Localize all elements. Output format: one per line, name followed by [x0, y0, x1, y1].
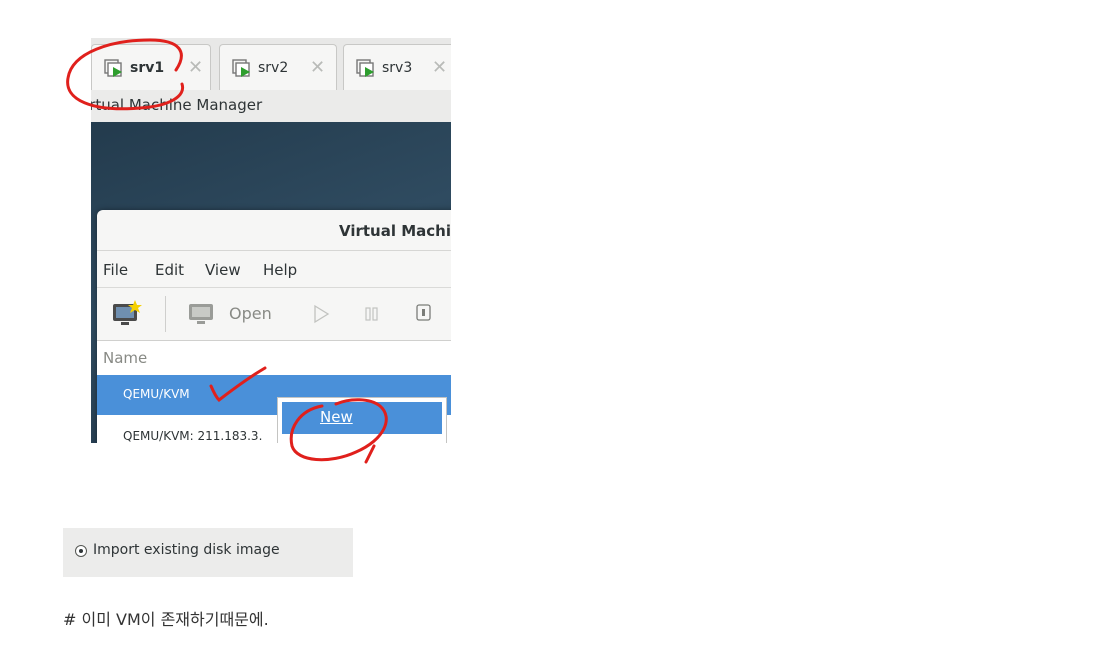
row-label: QEMU/KVM: 211.183.3. [123, 429, 263, 443]
import-disk-option[interactable]: Import existing disk image [63, 528, 353, 577]
name-column-header[interactable]: Name [103, 349, 147, 367]
radio-label: Import existing disk image [93, 542, 280, 558]
tab-label: srv1 [130, 60, 165, 76]
note-text: # 이미 VM이 존재하기때문에. [63, 610, 269, 629]
tab-label: srv2 [258, 60, 289, 76]
toolbar: Open [97, 288, 451, 341]
tab-srv1[interactable]: srv1 ✕ [91, 44, 211, 90]
tab-label: srv3 [382, 60, 413, 76]
close-icon[interactable]: ✕ [310, 57, 325, 78]
app-title-bar: irtual Machine Manager [91, 90, 451, 122]
toolbar-separator [165, 296, 166, 332]
tab-bar: srv1 ✕ srv2 ✕ srv3 ✕ [91, 38, 451, 91]
tab-srv2[interactable]: srv2 ✕ [219, 44, 337, 90]
menu-file[interactable]: File [103, 261, 128, 279]
open-button[interactable]: Open [229, 304, 272, 323]
vm-play-icon [232, 59, 250, 77]
power-icon[interactable] [415, 303, 433, 323]
window-titlebar: Virtual Machir [97, 210, 451, 251]
row-label: QEMU/KVM [123, 387, 190, 401]
tab-srv3[interactable]: srv3 ✕ [343, 44, 451, 90]
window-title: Virtual Machir [339, 222, 451, 240]
radio-selected-dot [79, 549, 83, 553]
new-label: New [320, 408, 353, 426]
new-vm-icon[interactable] [111, 300, 143, 328]
vm-manager-screenshot: srv1 ✕ srv2 ✕ srv3 ✕ irtual Machine Mana… [91, 38, 451, 443]
app-title: irtual Machine Manager [91, 96, 263, 114]
vm-play-icon [356, 59, 374, 77]
close-icon[interactable]: ✕ [432, 57, 447, 78]
menu-view[interactable]: View [205, 261, 241, 279]
context-menu-new[interactable]: New [282, 402, 442, 434]
play-icon[interactable] [311, 304, 331, 324]
menu-edit[interactable]: Edit [155, 261, 184, 279]
menu-bar: File Edit View Help [97, 251, 451, 288]
vm-play-icon [104, 59, 122, 77]
radio-button-icon[interactable] [75, 545, 87, 557]
context-menu: New [277, 397, 447, 443]
monitor-icon[interactable] [187, 302, 217, 326]
close-icon[interactable]: ✕ [188, 57, 203, 78]
menu-help[interactable]: Help [263, 261, 297, 279]
pause-icon[interactable] [363, 306, 381, 322]
